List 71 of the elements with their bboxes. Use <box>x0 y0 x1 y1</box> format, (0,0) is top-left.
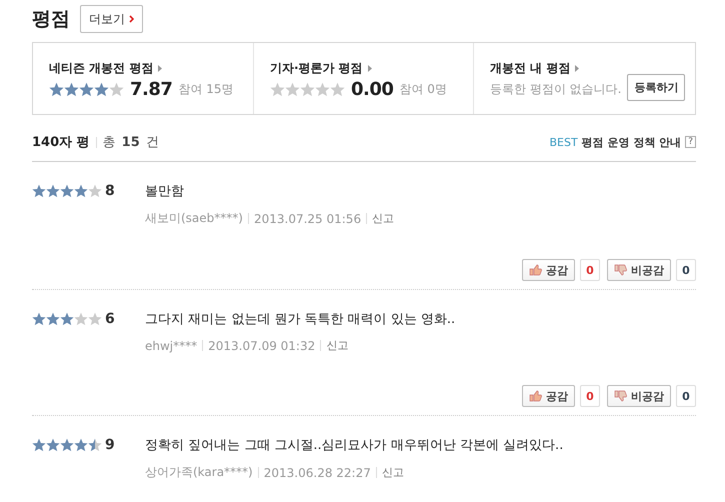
dislike-button[interactable]: 비공감 <box>607 259 671 281</box>
star-icon <box>49 82 64 96</box>
dislike-button[interactable]: 비공감 <box>607 385 671 407</box>
star-icon <box>94 82 109 96</box>
review-date: 2013.07.25 01:56 <box>254 212 362 226</box>
caret-icon <box>575 64 580 72</box>
participant-count: 참여 15명 <box>178 80 234 98</box>
review-text: 볼만함 <box>145 183 185 200</box>
register-button[interactable]: 등록하기 <box>627 74 686 100</box>
like-button[interactable]: 공감 <box>522 385 575 407</box>
star-icon <box>88 438 102 452</box>
review-date: 2013.07.09 01:32 <box>208 338 316 352</box>
empty-message: 등록한 평점이 없습니다. <box>490 80 622 98</box>
star-icon <box>46 184 60 198</box>
star-icon <box>109 82 124 96</box>
star-icon <box>315 82 330 96</box>
dislike-count: 0 <box>676 385 696 407</box>
best-label: BEST <box>550 136 578 148</box>
report-link[interactable]: 신고 <box>382 465 404 480</box>
average-score: 7.87 <box>130 78 172 100</box>
more-button[interactable]: 더보기 <box>80 5 143 33</box>
star-icon <box>32 184 46 198</box>
policy-link[interactable]: 평점 운영 정책 안내 <box>582 134 682 150</box>
report-link[interactable]: 신고 <box>372 211 394 226</box>
rating-title[interactable]: 기자·평론가 평점 <box>270 60 363 76</box>
star-icon <box>32 438 46 452</box>
help-icon[interactable]: ? <box>685 136 696 148</box>
like-count: 0 <box>580 385 600 407</box>
review-score: 6 <box>105 311 115 327</box>
like-count: 0 <box>580 259 600 281</box>
chevron-icon <box>129 15 134 23</box>
dislike-count: 0 <box>676 259 696 281</box>
section-title: 평점 <box>32 7 70 32</box>
star-icon <box>74 438 88 452</box>
caret-icon <box>368 64 372 72</box>
thumbs-up-icon <box>529 264 542 276</box>
review-text: 그다지 재미는 없는데 뭔가 독특한 매력이 있는 영화.. <box>145 311 456 328</box>
star-icon <box>270 82 285 96</box>
thumbs-up-icon <box>529 390 542 402</box>
star-icon <box>88 312 102 326</box>
star-icon <box>74 184 88 198</box>
star-icon <box>60 184 74 198</box>
review-score: 9 <box>105 437 115 453</box>
total-prefix: 총 <box>102 134 116 151</box>
star-icon <box>46 312 60 326</box>
star-icon <box>46 438 60 452</box>
star-icon <box>64 82 79 96</box>
thumbs-down-icon <box>614 264 627 276</box>
star-icon <box>330 82 345 96</box>
star-icon <box>74 312 88 326</box>
star-icon <box>79 82 94 96</box>
like-button[interactable]: 공감 <box>522 259 575 281</box>
star-icon <box>88 184 102 198</box>
caret-icon <box>158 64 162 72</box>
star-icon <box>285 82 300 96</box>
rating-title[interactable]: 개봉전 내 평점 <box>490 60 570 76</box>
star-icon <box>60 438 74 452</box>
rating-title[interactable]: 네티즌 개봉전 평점 <box>49 60 154 76</box>
thumbs-down-icon <box>614 390 627 402</box>
participant-count: 참여 0명 <box>399 80 447 98</box>
star-icon <box>60 312 74 326</box>
star-icon <box>32 312 46 326</box>
report-link[interactable]: 신고 <box>326 338 348 353</box>
average-score: 0.00 <box>351 78 394 100</box>
review-date: 2013.06.28 22:27 <box>264 466 371 480</box>
review-text: 정확히 짚어내는 그때 그시절..심리묘사가 매우뛰어난 각본에 실려있다.. <box>145 437 564 454</box>
total-count: 15 <box>122 134 140 150</box>
total-suffix: 건 <box>146 134 159 151</box>
review-score: 8 <box>105 183 115 199</box>
star-icon <box>300 82 315 96</box>
list-label: 140자 평 <box>32 134 90 151</box>
